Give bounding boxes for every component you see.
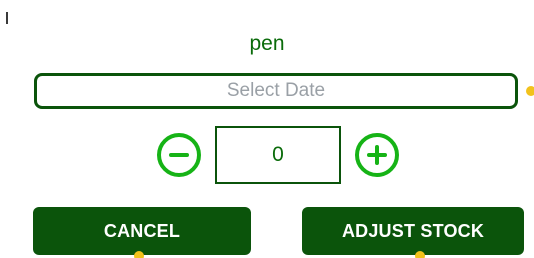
select-date-field[interactable]: Select Date	[34, 73, 518, 109]
cancel-handle-dot	[134, 251, 144, 258]
corner-mark	[6, 12, 8, 24]
date-field-handle-dot	[526, 86, 534, 96]
increment-button[interactable]	[355, 133, 399, 177]
adjust-stock-button[interactable]: ADJUST STOCK	[302, 207, 524, 255]
decrement-button[interactable]	[157, 133, 201, 177]
quantity-stepper: 0	[0, 126, 534, 184]
date-placeholder: Select Date	[226, 80, 326, 101]
cancel-label: CANCEL	[103, 220, 181, 241]
adjust-stock-dialog: pen Select Date 0 CANCEL ADJUST STOCK	[0, 0, 534, 258]
item-title: pen	[249, 32, 285, 55]
adjust-handle-dot	[415, 251, 425, 258]
quantity-field[interactable]: 0	[215, 126, 341, 184]
cancel-button[interactable]: CANCEL	[33, 207, 251, 255]
quantity-value: 0	[272, 143, 284, 166]
adjust-stock-label: ADJUST STOCK	[341, 220, 485, 241]
